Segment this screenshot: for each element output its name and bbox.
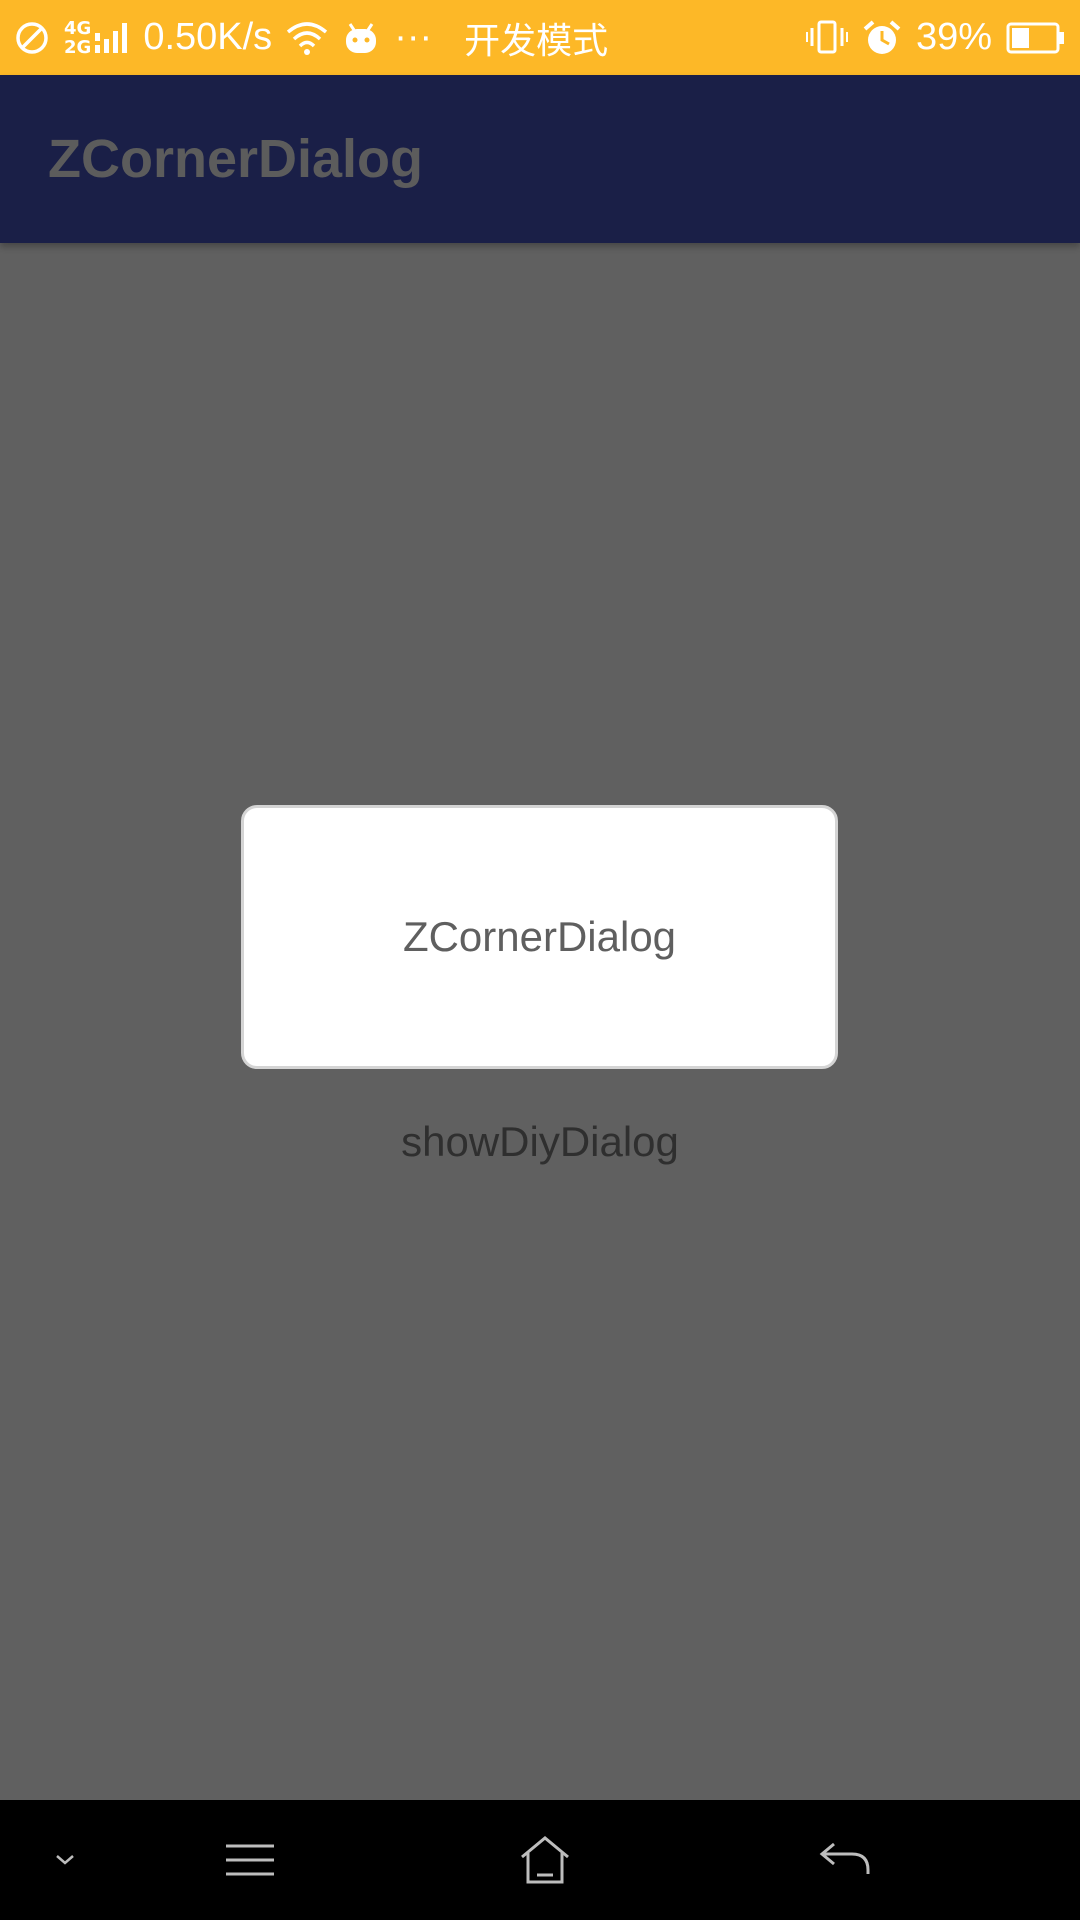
battery-icon xyxy=(1006,21,1066,55)
android-icon xyxy=(342,20,380,56)
alarm-icon xyxy=(862,19,902,57)
no-disturb-icon xyxy=(14,20,50,56)
chevron-down-icon[interactable] xyxy=(30,1800,100,1920)
status-bar-right: 39% xyxy=(805,0,1066,75)
wifi-icon xyxy=(286,20,328,56)
home-icon[interactable] xyxy=(500,1800,590,1920)
developer-mode-label: 开发模式 xyxy=(464,20,609,62)
screen: 4G 2G 0.50K/s ··· 开发模式 39% ZCornerDialog… xyxy=(0,0,1080,1920)
app-title: ZCornerDialog xyxy=(48,129,424,189)
status-bar: 4G 2G 0.50K/s ··· 开发模式 39% xyxy=(0,0,1080,75)
more-notifications-icon: ··· xyxy=(394,16,433,58)
dialog-message: ZCornerDialog xyxy=(402,913,677,960)
signal-icon: 4G 2G xyxy=(64,19,129,57)
battery-percentage: 39% xyxy=(915,16,992,58)
corner-dialog[interactable]: ZCornerDialog xyxy=(241,805,838,1069)
network-speed: 0.50K/s xyxy=(143,16,273,58)
network-type-top: 4G xyxy=(64,17,92,39)
back-icon[interactable] xyxy=(800,1800,890,1920)
network-type-bottom: 2G xyxy=(64,36,92,58)
app-bar: ZCornerDialog xyxy=(0,75,1080,243)
show-diy-dialog-button[interactable]: showDiyDialog xyxy=(340,1110,740,1174)
status-bar-left: 4G 2G 0.50K/s ··· 开发模式 xyxy=(14,0,622,75)
menu-icon[interactable] xyxy=(210,1800,290,1920)
vibrate-icon xyxy=(805,20,848,56)
navigation-bar xyxy=(0,1800,1080,1920)
